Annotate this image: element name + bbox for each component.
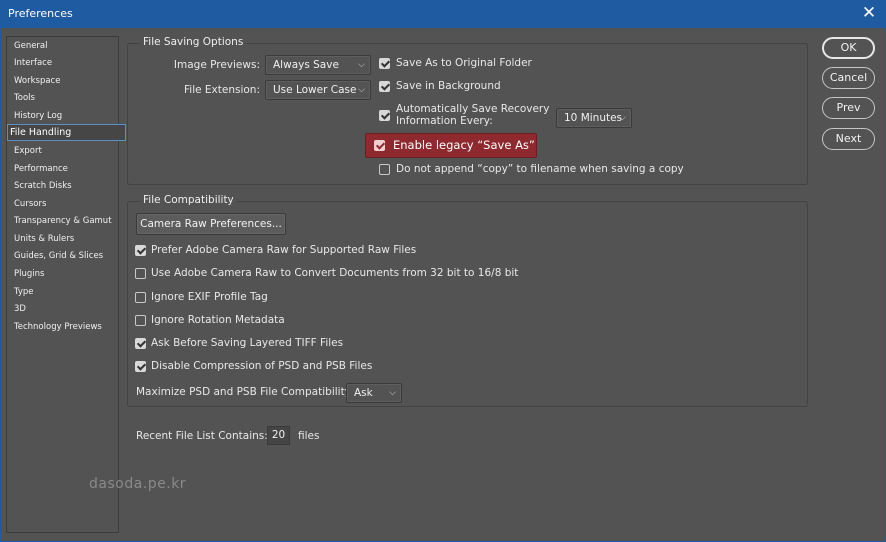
disable-compression-label: Disable Compression of PSD and PSB Files xyxy=(151,360,373,372)
recent-files-count-input[interactable]: 20 xyxy=(267,426,290,445)
ignore-rotation-checkbox[interactable] xyxy=(135,315,146,326)
ask-tiff-checkbox[interactable] xyxy=(135,338,146,349)
title-bar: Preferences ✕ xyxy=(0,0,886,28)
camera-raw-32bit-label: Use Adobe Camera Raw to Convert Document… xyxy=(151,267,519,279)
ask-tiff-label: Ask Before Saving Layered TIFF Files xyxy=(151,337,344,349)
legacy-save-as-highlight: Enable legacy “Save As” xyxy=(365,133,537,158)
save-as-original-label: Save As to Original Folder xyxy=(396,57,532,69)
sidebar-item-transparency-gamut[interactable]: Transparency & Gamut xyxy=(7,213,125,230)
auto-recovery-label-line1: Automatically Save Recovery xyxy=(396,103,550,115)
prefer-camera-raw-label: Prefer Adobe Camera Raw for Supported Ra… xyxy=(151,244,417,256)
save-in-background-checkbox[interactable] xyxy=(379,81,390,92)
sidebar-item-history-log[interactable]: History Log xyxy=(7,108,125,125)
sidebar-item-units-rulers[interactable]: Units & Rulers xyxy=(7,231,125,248)
watermark-text: dasoda.pe.kr xyxy=(89,476,187,492)
prev-button[interactable]: Prev xyxy=(822,97,875,119)
save-as-original-checkbox[interactable] xyxy=(379,58,390,69)
file-extension-select[interactable]: Use Lower Case ⌵ xyxy=(265,80,371,100)
chevron-down-icon: ⌵ xyxy=(389,388,396,398)
prefer-camera-raw-checkbox[interactable] xyxy=(135,245,146,256)
maximize-compat-value: Ask xyxy=(354,387,373,399)
image-previews-value: Always Save xyxy=(273,59,339,71)
sidebar-item-tools[interactable]: Tools xyxy=(7,90,125,107)
window-title: Preferences xyxy=(8,7,73,20)
auto-recovery-checkbox[interactable] xyxy=(379,110,390,121)
disable-compression-checkbox[interactable] xyxy=(135,361,146,372)
sidebar-item-3d[interactable]: 3D xyxy=(7,301,125,318)
sidebar-item-guides-grid-slices[interactable]: Guides, Grid & Slices xyxy=(7,248,125,265)
cancel-button[interactable]: Cancel xyxy=(822,67,875,89)
sidebar-item-export[interactable]: Export xyxy=(7,143,125,160)
legacy-save-as-label: Enable legacy “Save As” xyxy=(393,138,535,152)
chevron-down-icon: ⌵ xyxy=(619,113,626,123)
camera-raw-32bit-checkbox[interactable] xyxy=(135,268,146,279)
preferences-sidebar: General Interface Workspace Tools Histor… xyxy=(6,36,126,533)
close-icon[interactable]: ✕ xyxy=(860,3,878,23)
sidebar-item-general[interactable]: General xyxy=(7,38,125,55)
image-previews-label: Image Previews: xyxy=(173,59,260,71)
ignore-rotation-label: Ignore Rotation Metadata xyxy=(151,314,285,326)
sidebar-item-workspace[interactable]: Workspace xyxy=(7,73,125,90)
file-extension-value: Use Lower Case xyxy=(273,84,357,96)
ignore-exif-checkbox[interactable] xyxy=(135,292,146,303)
auto-recovery-label-line2: Information Every: xyxy=(396,115,493,127)
sidebar-item-type[interactable]: Type xyxy=(7,284,125,301)
save-in-background-label: Save in Background xyxy=(396,80,501,92)
image-previews-select[interactable]: Always Save ⌵ xyxy=(265,55,371,75)
auto-recovery-interval-select[interactable]: 10 Minutes ⌵ xyxy=(556,108,632,128)
ignore-exif-label: Ignore EXIF Profile Tag xyxy=(151,291,268,303)
no-copy-suffix-checkbox[interactable] xyxy=(379,164,390,175)
maximize-compat-select[interactable]: Ask ⌵ xyxy=(346,383,402,403)
ok-button[interactable]: OK xyxy=(822,37,875,59)
maximize-compat-label: Maximize PSD and PSB File Compatibility: xyxy=(136,386,354,398)
sidebar-item-technology-previews[interactable]: Technology Previews xyxy=(7,319,125,336)
file-compatibility-heading: File Compatibility xyxy=(140,194,237,206)
no-copy-suffix-label: Do not append “copy” to filename when sa… xyxy=(396,163,684,175)
auto-recovery-interval-value: 10 Minutes xyxy=(564,112,623,124)
recent-files-suffix: files xyxy=(298,430,320,442)
next-button[interactable]: Next xyxy=(822,128,875,150)
recent-files-label: Recent File List Contains: xyxy=(136,430,268,442)
chevron-down-icon: ⌵ xyxy=(358,85,365,95)
sidebar-item-cursors[interactable]: Cursors xyxy=(7,196,125,213)
file-extension-label: File Extension: xyxy=(184,84,260,96)
legacy-save-as-checkbox[interactable] xyxy=(374,140,385,151)
chevron-down-icon: ⌵ xyxy=(358,60,365,70)
sidebar-item-interface[interactable]: Interface xyxy=(7,55,125,72)
camera-raw-preferences-button[interactable]: Camera Raw Preferences... xyxy=(136,213,286,235)
sidebar-item-performance[interactable]: Performance xyxy=(7,161,125,178)
file-saving-options-heading: File Saving Options xyxy=(140,36,247,48)
auto-recovery-label: Automatically Save Recovery Information … xyxy=(396,103,549,127)
sidebar-item-file-handling[interactable]: File Handling xyxy=(7,124,126,141)
sidebar-item-scratch-disks[interactable]: Scratch Disks xyxy=(7,178,125,195)
sidebar-item-plugins[interactable]: Plugins xyxy=(7,266,125,283)
